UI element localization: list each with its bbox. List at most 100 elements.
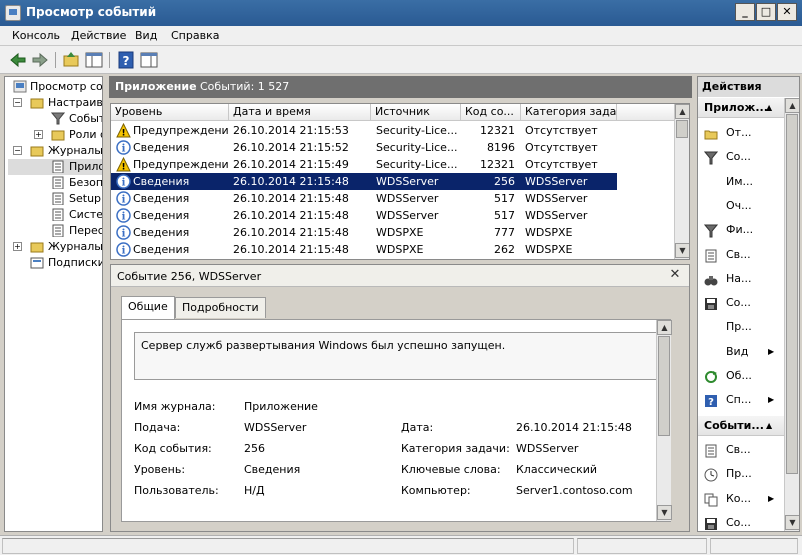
event-level: Предупреждение xyxy=(133,158,229,171)
refresh-icon xyxy=(704,369,718,383)
show-hide-action-pane-button[interactable] xyxy=(139,50,159,70)
tree-label: Событ xyxy=(69,112,103,125)
svg-text:i: i xyxy=(122,195,126,206)
svg-text:!: ! xyxy=(121,163,125,173)
event-viewer-app-icon xyxy=(5,5,21,21)
svg-text:i: i xyxy=(122,144,126,155)
log-icon xyxy=(52,224,64,237)
action-label: На... xyxy=(726,271,752,285)
tree-collapse-toggle[interactable]: − xyxy=(13,146,22,155)
event-row[interactable]: ! Предупреждение 26.10.2014 21:15:49 Securi… xyxy=(111,156,617,173)
menu-view[interactable]: Вид xyxy=(135,29,157,42)
action-item[interactable]: Со... xyxy=(698,511,784,531)
scroll-thumb[interactable] xyxy=(658,336,670,436)
action-item[interactable]: На... xyxy=(698,267,784,291)
event-level: Предупреждение xyxy=(133,124,229,137)
computer-label: Компьютер: xyxy=(401,484,471,497)
keywords-label: Ключевые слова: xyxy=(401,463,501,476)
column-header-date[interactable]: Дата и время xyxy=(229,104,371,121)
action-item[interactable]: Вид ▶ xyxy=(698,340,784,364)
scroll-down-button[interactable]: ▼ xyxy=(785,515,799,530)
column-header-source[interactable]: Источник xyxy=(371,104,461,121)
action-label: Пр... xyxy=(726,467,752,481)
event-source: WDSServer xyxy=(376,192,439,205)
actions-section-application[interactable]: Прилож... ▲ xyxy=(698,98,784,118)
event-category: WDSServer xyxy=(525,192,588,205)
menu-action[interactable]: Действие xyxy=(71,29,126,42)
close-detail-button[interactable]: ✕ xyxy=(667,267,683,283)
up-level-button[interactable] xyxy=(61,50,81,70)
column-header-level[interactable]: Уровень xyxy=(111,104,229,121)
tree-expand-toggle[interactable]: + xyxy=(13,242,22,251)
detail-scrollbar[interactable]: ▲ ▼ xyxy=(656,320,672,521)
event-row[interactable]: i Сведения 26.10.2014 21:15:48 WDSServer 517… xyxy=(111,207,617,224)
tree-label: Журналы п xyxy=(48,240,103,253)
action-item[interactable]: От... xyxy=(698,121,784,145)
event-category: WDSPXE xyxy=(525,226,573,239)
info-icon: i xyxy=(116,242,131,257)
minimize-button[interactable]: _ xyxy=(735,3,755,21)
column-header-task-category[interactable]: Категория зада... xyxy=(521,104,617,121)
action-item[interactable]: Св... xyxy=(698,243,784,267)
event-category: WDSPXE xyxy=(525,243,573,256)
action-item[interactable]: Со... xyxy=(698,145,784,169)
event-row[interactable]: i Сведения 26.10.2014 21:15:48 WDSServer 517… xyxy=(111,190,617,207)
event-source: WDSServer xyxy=(376,175,439,188)
actions-section-event[interactable]: Событи... ▲ xyxy=(698,416,784,436)
tab-details[interactable]: Подробности xyxy=(175,297,266,318)
help-button[interactable]: ? xyxy=(116,50,136,70)
console-tree-pane: Просмотр событ − Настраива Событ + Роли … xyxy=(4,76,103,532)
action-item[interactable]: Пр... xyxy=(698,462,784,486)
event-description-box[interactable]: Сервер служб развертывания Windows был у… xyxy=(134,332,658,380)
action-item[interactable]: Оч... xyxy=(698,194,784,218)
action-item[interactable]: Св... xyxy=(698,438,784,462)
log-name-label: Имя журнала: xyxy=(134,400,216,413)
event-row[interactable]: i Сведения 26.10.2014 21:15:48 WDSPXE 777 WDS… xyxy=(111,224,617,241)
tab-general[interactable]: Общие xyxy=(121,296,175,319)
scroll-up-button[interactable]: ▲ xyxy=(675,104,689,119)
source-label: Подача: xyxy=(134,421,181,434)
scroll-down-button[interactable]: ▼ xyxy=(675,243,689,258)
level-value: Сведения xyxy=(244,463,301,476)
tree-item-application[interactable]: Прилож xyxy=(8,159,102,175)
actions-scrollbar[interactable]: ▲ ▼ xyxy=(784,98,799,531)
tree-collapse-toggle[interactable]: − xyxy=(13,98,22,107)
back-button[interactable] xyxy=(8,50,28,70)
action-item[interactable]: Пр... xyxy=(698,315,784,339)
warning-icon: ! xyxy=(116,156,131,173)
action-label: Оч... xyxy=(726,198,752,212)
column-header-event-id[interactable]: Код со... xyxy=(461,104,521,121)
scroll-thumb[interactable] xyxy=(676,120,688,138)
scroll-down-button[interactable]: ▼ xyxy=(657,505,672,520)
blank-icon xyxy=(704,345,718,359)
tree-label: Роли се xyxy=(69,128,102,141)
action-item[interactable]: Ко... ▶ xyxy=(698,487,784,511)
show-hide-tree-button[interactable] xyxy=(84,50,104,70)
scroll-thumb[interactable] xyxy=(786,114,798,474)
action-item[interactable]: ? Сп... ▶ xyxy=(698,388,784,412)
scroll-up-button[interactable]: ▲ xyxy=(657,320,672,335)
submenu-arrow-icon: ▶ xyxy=(768,395,775,405)
menu-help[interactable]: Справка xyxy=(171,29,219,42)
forward-button[interactable] xyxy=(30,50,50,70)
event-row[interactable]: i Сведения 26.10.2014 21:15:48 WDSServer 256… xyxy=(111,173,617,190)
action-item[interactable]: Им... xyxy=(698,170,784,194)
event-level: Сведения xyxy=(133,243,190,256)
event-category: WDSServer xyxy=(525,175,588,188)
event-row[interactable]: i Сведения 26.10.2014 21:15:52 Security-Lic… xyxy=(111,139,617,156)
detail-title: Событие 256, WDSServer xyxy=(117,270,262,283)
action-item[interactable]: Об... xyxy=(698,364,784,388)
action-item[interactable]: Со... xyxy=(698,291,784,315)
user-value: Н/Д xyxy=(244,484,265,497)
scroll-up-button[interactable]: ▲ xyxy=(785,98,799,113)
menu-console[interactable]: Консоль xyxy=(12,29,60,42)
task-category-value: WDSServer xyxy=(516,442,579,455)
event-list-scrollbar[interactable]: ▲ ▼ xyxy=(674,104,689,259)
maximize-button[interactable]: □ xyxy=(756,3,776,21)
collapse-icon: ▲ xyxy=(766,421,773,430)
tree-expand-toggle[interactable]: + xyxy=(34,130,43,139)
close-button[interactable]: ✕ xyxy=(777,3,797,21)
action-item[interactable]: Фи... xyxy=(698,218,784,242)
event-row[interactable]: ! Предупреждение 26.10.2014 21:15:53 Securi… xyxy=(111,122,617,139)
event-row[interactable]: i Сведения 26.10.2014 21:15:48 WDSPXE 262 WDS… xyxy=(111,241,617,258)
